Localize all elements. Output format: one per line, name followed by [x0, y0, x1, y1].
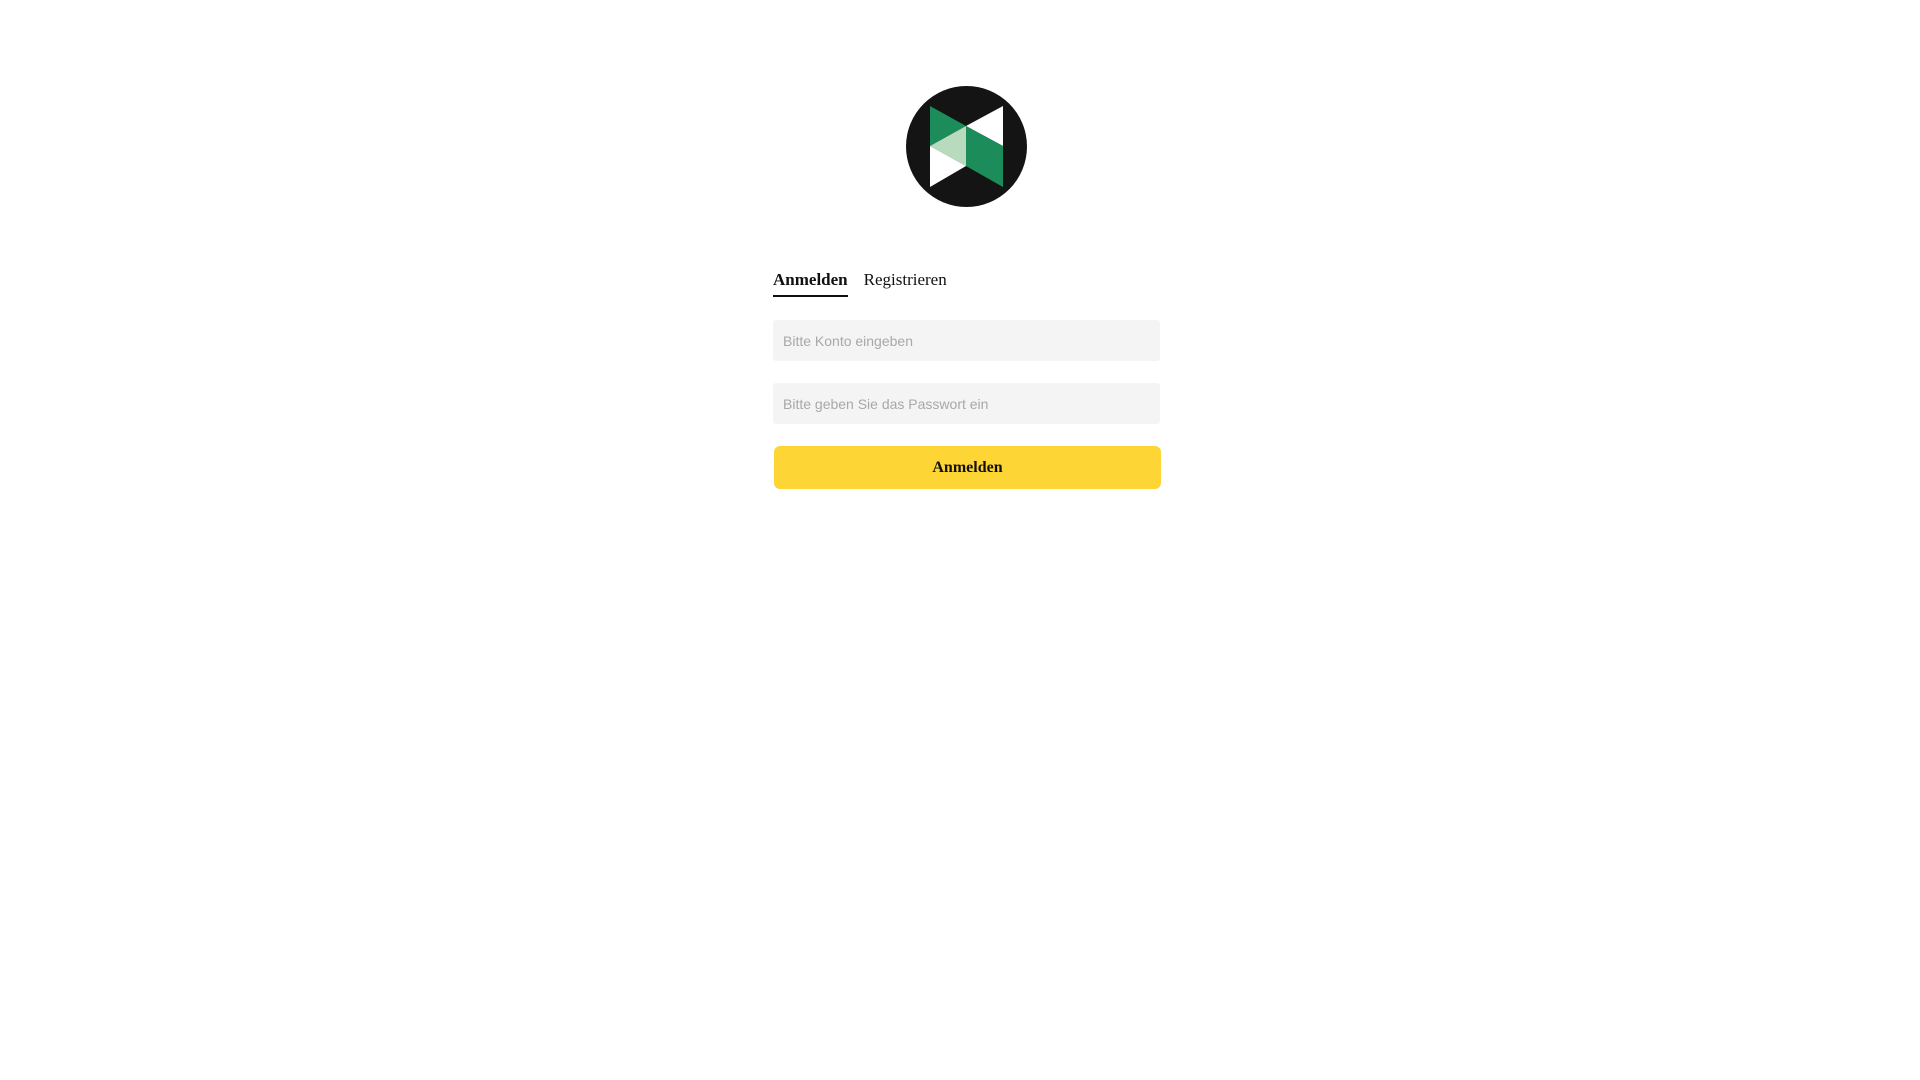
login-submit-button[interactable]: Anmelden: [774, 446, 1161, 489]
login-submit-label: Anmelden: [932, 458, 1003, 476]
auth-tabs: Anmelden Registrieren: [773, 266, 1160, 298]
bowtie-logo-icon: [906, 86, 1027, 207]
login-page: Anmelden Registrieren Anmelden: [0, 0, 1920, 1080]
password-input[interactable]: [773, 383, 1160, 424]
login-form: Anmelden Registrieren Anmelden: [773, 266, 1161, 489]
account-field: [773, 320, 1160, 361]
password-field: [773, 383, 1160, 424]
tab-login[interactable]: Anmelden: [773, 266, 848, 297]
tab-register[interactable]: Registrieren: [864, 266, 947, 295]
account-input[interactable]: [773, 320, 1160, 361]
brand-logo: [906, 86, 1027, 207]
